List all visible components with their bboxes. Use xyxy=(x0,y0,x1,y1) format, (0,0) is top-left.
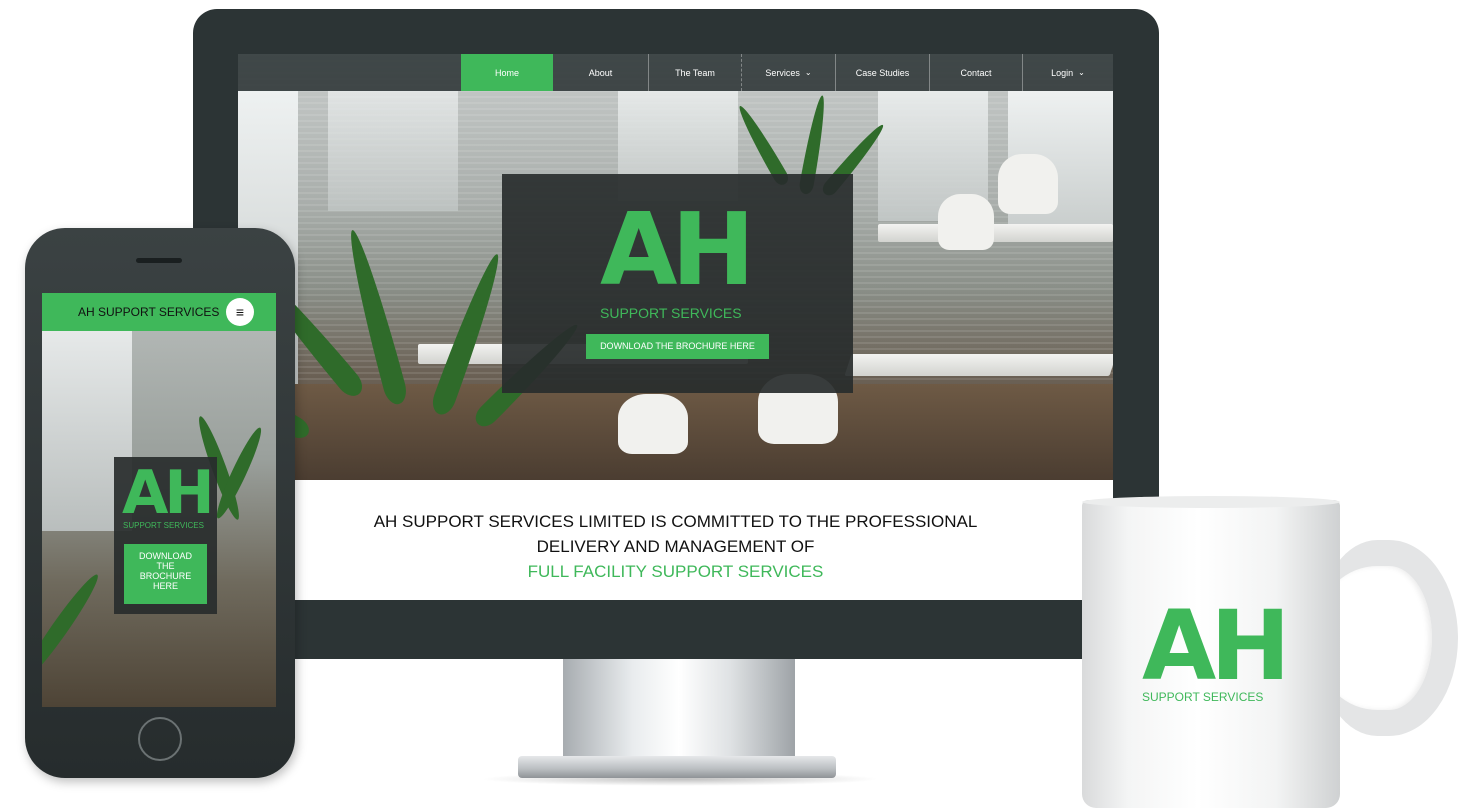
tagline-line-1: AH SUPPORT SERVICES LIMITED IS COMMITTED… xyxy=(373,512,978,531)
hero-banner: Home About The Team Services ⌄ Case Stud… xyxy=(238,54,1113,480)
nav-login-label: Login xyxy=(1051,67,1074,78)
tagline-line-2: DELIVERY AND MANAGEMENT OF xyxy=(536,537,815,556)
mug-rim xyxy=(1082,496,1340,508)
nav-about[interactable]: About xyxy=(553,54,648,91)
office-table xyxy=(844,354,1113,376)
download-brochure-button[interactable]: DOWNLOAD THE BROCHURE HERE xyxy=(586,334,769,359)
hamburger-menu-button[interactable]: ≡ xyxy=(226,298,254,326)
nav-home-label: Home xyxy=(494,67,519,78)
office-chair xyxy=(618,394,688,454)
monitor-stand-base xyxy=(518,756,836,778)
nav-home[interactable]: Home xyxy=(461,54,553,91)
nav-login[interactable]: Login ⌄ xyxy=(1022,54,1113,91)
window-blinds xyxy=(328,91,458,211)
monitor-stand xyxy=(563,652,795,764)
plant-leaf xyxy=(42,570,104,686)
mobile-header-title: AH SUPPORT SERVICES xyxy=(78,305,220,319)
desktop-screen: Home About The Team Services ⌄ Case Stud… xyxy=(238,54,1113,600)
ah-logo: AH xyxy=(122,458,215,528)
nav-contact-label: Contact xyxy=(960,67,992,78)
mobile-download-brochure-button[interactable]: DOWNLOAD THE BROCHURE HERE xyxy=(124,544,207,604)
nav-services[interactable]: Services ⌄ xyxy=(741,54,835,91)
mockup-stage: Home About The Team Services ⌄ Case Stud… xyxy=(0,0,1470,811)
chevron-down-icon: ⌄ xyxy=(1078,68,1085,77)
nav-the-team-label: The Team xyxy=(675,67,715,78)
nav-case-studies-label: Case Studies xyxy=(855,67,910,78)
nav-case-studies[interactable]: Case Studies xyxy=(835,54,929,91)
mug-logo-subtitle: SUPPORT SERVICES xyxy=(1142,690,1264,704)
hamburger-icon: ≡ xyxy=(235,304,245,320)
mobile-logo-card: AH SUPPORT SERVICES DOWNLOAD THE BROCHUR… xyxy=(114,457,217,614)
mug-handle xyxy=(1320,540,1458,736)
nav-the-team[interactable]: The Team xyxy=(648,54,741,91)
logo-subtitle: SUPPORT SERVICES xyxy=(123,521,204,530)
mug-ah-logo: AH xyxy=(1142,590,1291,702)
nav-contact[interactable]: Contact xyxy=(929,54,1022,91)
nav-services-label: Services xyxy=(765,67,800,78)
tagline-section: AH SUPPORT SERVICES LIMITED IS COMMITTED… xyxy=(238,480,1113,600)
ah-logo: AH xyxy=(600,191,755,308)
tagline-line-3: FULL FACILITY SUPPORT SERVICES xyxy=(527,562,824,581)
hero-logo-card: AH SUPPORT SERVICES DOWNLOAD THE BROCHUR… xyxy=(502,174,853,393)
nav-about-label: About xyxy=(588,67,613,78)
office-chair xyxy=(938,194,994,250)
phone-speaker xyxy=(136,258,182,263)
logo-subtitle: SUPPORT SERVICES xyxy=(600,305,742,321)
mobile-header: AH SUPPORT SERVICES ≡ xyxy=(42,293,276,331)
office-table xyxy=(878,224,1113,242)
main-nav: Home About The Team Services ⌄ Case Stud… xyxy=(238,54,1113,91)
office-chair xyxy=(998,154,1058,214)
chevron-down-icon: ⌄ xyxy=(804,68,812,77)
home-button-icon xyxy=(138,717,182,761)
branded-mug: AH SUPPORT SERVICES xyxy=(1082,500,1340,808)
mobile-screen: AH SUPPORT SERVICES ≡ AH SUPPORT SERVICE… xyxy=(42,293,276,707)
